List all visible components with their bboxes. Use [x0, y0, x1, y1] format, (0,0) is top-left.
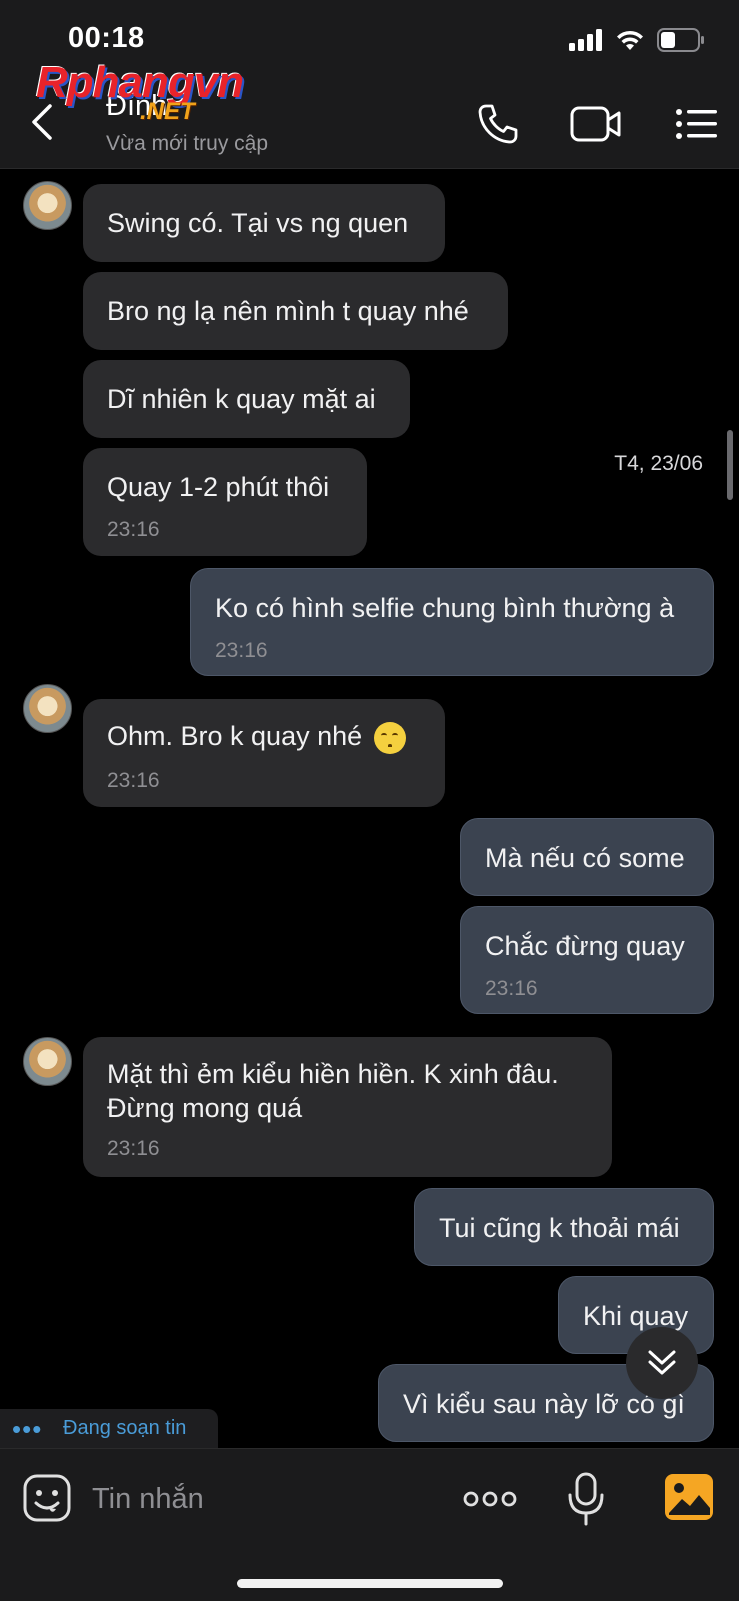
message-time: 23:16 — [485, 977, 538, 1000]
message-bubble-incoming[interactable]: Dĩ nhiên k quay mặt ai — [83, 360, 410, 438]
voice-call-button[interactable] — [470, 96, 526, 152]
scrollbar-thumb[interactable] — [727, 430, 733, 500]
message-bubble-outgoing[interactable]: Ko có hình selfie chung bình thường à 23… — [190, 568, 714, 676]
back-button[interactable] — [22, 98, 62, 146]
video-call-button[interactable] — [568, 96, 624, 152]
message-text: Chắc đừng quay — [485, 931, 685, 961]
message-bubble-incoming[interactable]: Bro ng lạ nên mình t quay nhé — [83, 272, 508, 350]
message-time: 23:16 — [107, 769, 160, 792]
relieved-smile-emoji-icon — [373, 721, 406, 754]
contact-avatar[interactable] — [23, 181, 72, 230]
list-menu-icon — [676, 109, 717, 139]
message-composer — [0, 1448, 739, 1601]
message-input[interactable] — [90, 1471, 434, 1527]
status-bar: 00:18 — [0, 0, 739, 80]
contact-last-seen: Vừa mới truy cập — [106, 132, 269, 155]
chat-header: Đình Vừa mới truy cập — [0, 80, 739, 169]
options-menu-button[interactable] — [668, 96, 724, 152]
message-bubble-outgoing[interactable]: Mà nếu có some — [460, 818, 714, 896]
date-separator: T4, 23/06 — [614, 452, 703, 475]
image-gallery-icon — [665, 1474, 713, 1520]
message-bubble-incoming[interactable]: Ohm. Bro k quay nhé 23:16 — [83, 699, 445, 807]
message-bubble-incoming[interactable]: Quay 1-2 phút thôi 23:16 — [83, 448, 367, 556]
scroll-to-bottom-button[interactable] — [626, 1327, 698, 1399]
message-text: Ohm. Bro k quay nhé — [107, 721, 363, 751]
cellular-signal-icon — [569, 29, 602, 51]
message-text: Ko có hình selfie chung bình thường à — [215, 593, 675, 623]
message-bubble-outgoing[interactable]: Tui cũng k thoải mái — [414, 1188, 714, 1266]
phone-icon — [478, 104, 518, 144]
contact-name[interactable]: Đình — [106, 90, 167, 123]
message-text: Mà nếu có some — [485, 843, 685, 873]
video-camera-icon — [570, 106, 621, 142]
contact-avatar[interactable] — [23, 1037, 72, 1086]
gallery-button[interactable] — [664, 1473, 714, 1521]
microphone-icon — [568, 1472, 604, 1526]
typing-label: Đang soạn tin — [63, 1417, 187, 1439]
message-text: Dĩ nhiên k quay mặt ai — [107, 384, 376, 414]
message-bubble-incoming[interactable]: Mặt thì ẻm kiểu hiền hiền. K xinh đâu. Đ… — [83, 1037, 612, 1177]
message-bubble-incoming[interactable]: Swing có. Tại vs ng quen — [83, 184, 445, 262]
back-chevron-icon — [32, 104, 52, 140]
contact-avatar[interactable] — [23, 684, 72, 733]
sticker-face-icon — [23, 1474, 71, 1522]
message-text: Quay 1-2 phút thôi — [107, 472, 330, 502]
message-text-row: Ohm. Bro k quay nhé — [107, 719, 406, 754]
status-icons — [569, 28, 705, 52]
message-text: Bro ng lạ nên mình t quay nhé — [107, 296, 469, 326]
message-text: Mặt thì ẻm kiểu hiền hiền. K xinh đâu. — [107, 1059, 559, 1089]
message-text: Swing có. Tại vs ng quen — [107, 208, 409, 238]
message-text: Đừng mong quá — [107, 1093, 303, 1123]
sticker-button[interactable] — [22, 1473, 72, 1523]
message-time: 23:16 — [215, 639, 268, 662]
message-time: 23:16 — [107, 1137, 160, 1160]
message-text: Tui cũng k thoải mái — [439, 1213, 680, 1243]
message-time: 23:16 — [107, 518, 160, 541]
typing-dots-icon: ••• — [12, 1414, 43, 1444]
more-dots-icon — [463, 1491, 517, 1507]
message-list[interactable]: T4, 23/06 Swing có. Tại vs ng quen Bro n… — [0, 168, 739, 1448]
message-bubble-outgoing[interactable]: Chắc đừng quay 23:16 — [460, 906, 714, 1014]
status-time: 00:18 — [68, 22, 145, 54]
double-chevron-down-icon — [648, 1350, 676, 1375]
more-options-button[interactable] — [462, 1481, 518, 1517]
battery-icon — [657, 28, 704, 52]
wifi-icon — [617, 30, 643, 50]
home-indicator[interactable] — [237, 1579, 503, 1588]
typing-indicator: ••• Đang soạn tin — [0, 1409, 218, 1449]
voice-record-button[interactable] — [566, 1471, 606, 1527]
